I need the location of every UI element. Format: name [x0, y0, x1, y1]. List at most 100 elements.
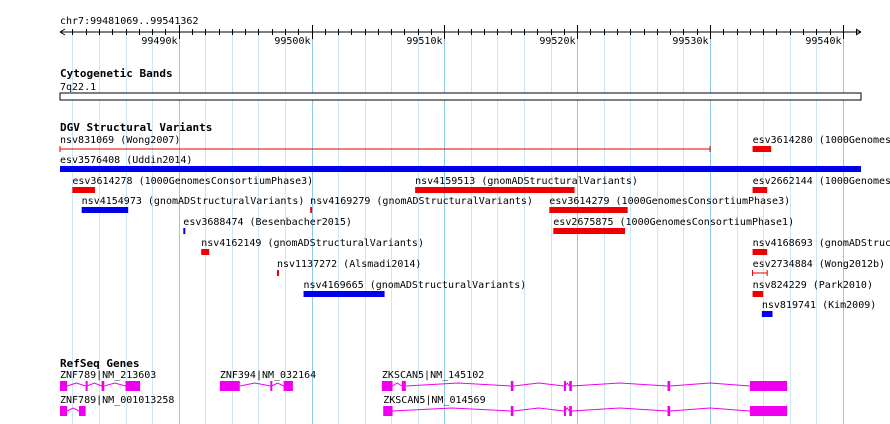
- gene-label: ZNF789|NM_001013258: [60, 395, 174, 406]
- dgv-feature[interactable]: esv2662144 (1000GenomesConsortiumPhase1): [752, 176, 890, 193]
- gene-model[interactable]: ZKSCAN5|NM_145102: [381, 370, 788, 391]
- dgv-feature-label: esv2734884 (Wong2012b): [753, 259, 885, 270]
- gene-intron: [271, 382, 284, 387]
- ruler-tick-label: 99500k: [274, 36, 310, 47]
- cytoband-label: 7q22.1: [60, 82, 96, 93]
- dgv-feature[interactable]: esv3576408 (Uddin2014): [60, 155, 861, 172]
- dgv-feature-block[interactable]: [761, 311, 773, 317]
- gene-intron: [104, 382, 126, 387]
- gene-exon[interactable]: [125, 381, 141, 391]
- gene-exon[interactable]: [667, 381, 671, 391]
- cytoband-track[interactable]: Cytogenetic Bands 7q22.1: [59, 67, 862, 101]
- dgv-feature[interactable]: nsv4168693 (gnomADStructuralVariants): [752, 238, 890, 255]
- genome-browser-view[interactable]: chr7:99481069..99541362 99490k 99500k 9951…: [0, 0, 890, 424]
- gene-exon[interactable]: [219, 381, 240, 391]
- gene-model[interactable]: ZNF789|NM_213603: [60, 370, 156, 391]
- dgv-feature[interactable]: nsv1137272 (Alsmadi2014): [276, 259, 422, 276]
- dgv-feature-block[interactable]: [415, 187, 575, 193]
- dgv-feature-block[interactable]: [752, 187, 768, 193]
- dgv-feature[interactable]: esv3614279 (1000GenomesConsortiumPhase3): [549, 196, 790, 213]
- gene-label: ZNF789|NM_213603: [60, 370, 156, 381]
- dgv-feature[interactable]: nsv819741 (Kim2009): [761, 300, 876, 317]
- dgv-feature-label: nsv4169665 (gnomADStructuralVariants): [304, 280, 527, 291]
- dgv-feature[interactable]: nsv824229 (Park2010): [752, 280, 873, 297]
- dgv-feature-label: esv3614279 (1000GenomesConsortiumPhase3): [549, 196, 790, 207]
- gene-exon[interactable]: [79, 406, 86, 416]
- ruler-tick-label: 99520k: [539, 36, 575, 47]
- gene-exon[interactable]: [60, 406, 68, 416]
- cytoband-band[interactable]: [59, 92, 862, 101]
- dgv-feature-label: nsv819741 (Kim2009): [762, 300, 876, 311]
- gene-exon[interactable]: [270, 381, 273, 391]
- dgv-feature-block[interactable]: [81, 207, 129, 213]
- gene-intron: [66, 407, 80, 412]
- dgv-feature-label: esv2675875 (1000GenomesConsortiumPhase1): [553, 217, 794, 228]
- dgv-feature[interactable]: esv3688474 (Besenbacher2015): [183, 217, 352, 234]
- track-canvas[interactable]: chr7:99481069..99541362 99490k 99500k 9951…: [0, 0, 890, 424]
- gene-exon[interactable]: [749, 406, 788, 416]
- gene-exon[interactable]: [563, 406, 566, 416]
- gene-exon[interactable]: [510, 381, 514, 391]
- dgv-feature-block[interactable]: [276, 270, 279, 276]
- dgv-feature[interactable]: esv2734884 (Wong2012b): [752, 259, 885, 276]
- refseq-track[interactable]: RefSeq Genes ZNF789|NM_213603 ZNF394|NM_0…: [60, 357, 788, 416]
- dgv-feature-block[interactable]: [752, 146, 772, 152]
- dgv-feature[interactable]: nsv831069 (Wong2007): [59, 135, 711, 152]
- gene-exon[interactable]: [283, 381, 293, 391]
- dgv-feature-block[interactable]: [553, 228, 626, 234]
- dgv-feature[interactable]: esv2675875 (1000GenomesConsortiumPhase1): [553, 217, 794, 234]
- gene-intron: [405, 382, 511, 387]
- dgv-feature-label: nsv4169279 (gnomADStructuralVariants): [310, 196, 533, 207]
- dgv-feature-block[interactable]: [549, 207, 628, 213]
- dgv-feature-block[interactable]: [201, 249, 210, 255]
- gene-intron: [392, 382, 403, 387]
- ruler-track[interactable]: chr7:99481069..99541362 99490k 99500k 9951…: [59, 16, 862, 47]
- dgv-feature-label: nsv831069 (Wong2007): [60, 135, 180, 146]
- gene-intron: [571, 382, 668, 387]
- dgv-feature-label: nsv4168693 (gnomADStructuralVariants): [753, 238, 890, 249]
- gene-exon[interactable]: [401, 381, 406, 391]
- ruler-tick-label: 99530k: [672, 36, 708, 47]
- gene-exon[interactable]: [563, 381, 566, 391]
- cytoband-track-title: Cytogenetic Bands: [60, 67, 173, 80]
- dgv-track-title: DGV Structural Variants: [60, 121, 212, 134]
- gene-exon[interactable]: [85, 381, 88, 391]
- dgv-feature-label: esv2662144 (1000GenomesConsortiumPhase1): [753, 176, 890, 187]
- dgv-feature-block[interactable]: [303, 291, 385, 297]
- gene-exon[interactable]: [749, 381, 788, 391]
- gene-exon[interactable]: [569, 406, 572, 416]
- dgv-feature-label: esv3614278 (1000GenomesConsortiumPhase3): [72, 176, 313, 187]
- dgv-track[interactable]: DGV Structural Variants nsv831069 (Wong2…: [59, 121, 890, 317]
- gene-exon[interactable]: [667, 406, 671, 416]
- gene-model[interactable]: ZKSCAN5|NM_014569: [383, 395, 788, 416]
- gene-label: ZKSCAN5|NM_145102: [382, 370, 484, 381]
- gene-exon[interactable]: [381, 381, 393, 391]
- gene-exon[interactable]: [101, 381, 105, 391]
- dgv-feature-block[interactable]: [183, 228, 186, 234]
- gene-model[interactable]: ZNF789|NM_001013258: [60, 395, 174, 416]
- dgv-feature[interactable]: nsv4169665 (gnomADStructuralVariants): [303, 280, 527, 297]
- refseq-track-title: RefSeq Genes: [60, 357, 139, 370]
- gene-model[interactable]: ZNF394|NM_032164: [219, 370, 316, 391]
- dgv-feature-label: nsv4154973 (gnomADStructuralVariants): [82, 196, 305, 207]
- gene-exon[interactable]: [60, 381, 68, 391]
- dgv-feature[interactable]: esv3614278 (1000GenomesConsortiumPhase3): [72, 176, 313, 193]
- gene-exon[interactable]: [569, 381, 572, 391]
- gene-exon[interactable]: [510, 406, 514, 416]
- dgv-feature-block[interactable]: [60, 166, 861, 172]
- ruler-tick-label: 99540k: [805, 36, 841, 47]
- dgv-feature-block[interactable]: [752, 249, 768, 255]
- dgv-feature-block[interactable]: [72, 187, 95, 193]
- gene-exon[interactable]: [383, 406, 393, 416]
- dgv-feature-block[interactable]: [310, 207, 313, 213]
- refseq-genes[interactable]: ZNF789|NM_213603 ZNF394|NM_032164 ZKSCAN5|…: [60, 370, 788, 416]
- dgv-feature[interactable]: esv3614280 (1000GenomesConsortiumPhase3): [752, 135, 890, 152]
- gene-label: ZNF394|NM_032164: [220, 370, 316, 381]
- dgv-feature[interactable]: nsv4154973 (gnomADStructuralVariants): [81, 196, 305, 213]
- dgv-feature-block[interactable]: [752, 291, 764, 297]
- dgv-feature[interactable]: nsv4169279 (gnomADStructuralVariants): [310, 196, 533, 213]
- location-label: chr7:99481069..99541362: [60, 16, 198, 27]
- dgv-features[interactable]: nsv831069 (Wong2007) esv3614280 (1000Geno…: [59, 135, 890, 317]
- dgv-feature-label: nsv4159513 (gnomADStructuralVariants): [415, 176, 638, 187]
- dgv-feature-label: nsv4162149 (gnomADStructuralVariants): [201, 238, 424, 249]
